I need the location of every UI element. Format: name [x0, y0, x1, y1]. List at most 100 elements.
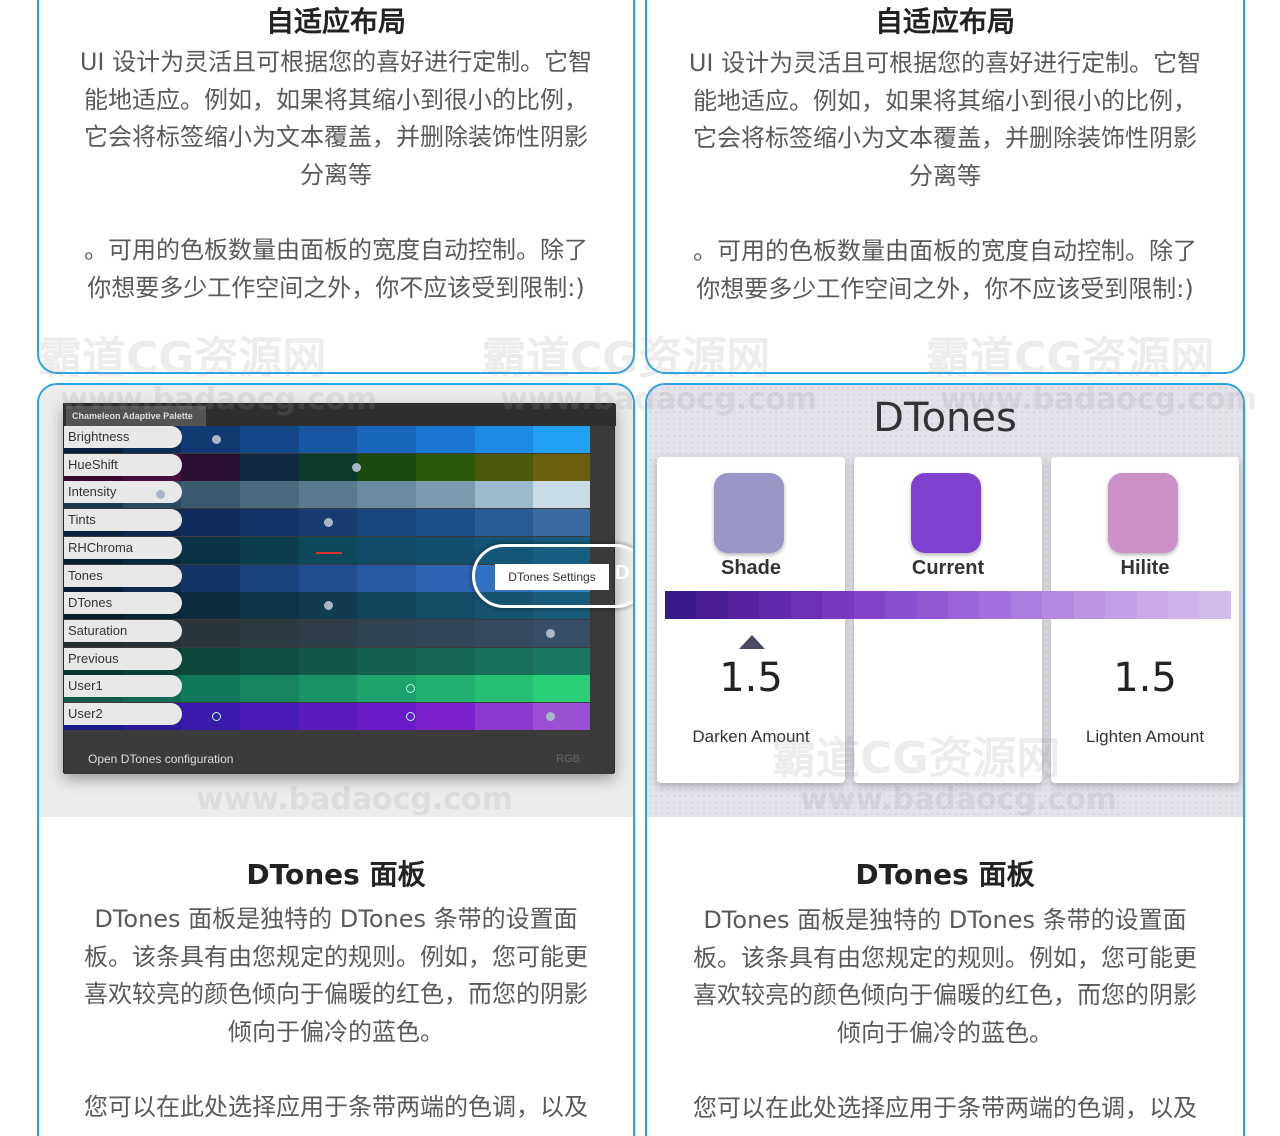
- color-swatch[interactable]: [240, 426, 299, 453]
- palette-row-intensity[interactable]: Intensity: [64, 481, 593, 509]
- color-swatch[interactable]: [181, 675, 241, 703]
- color-swatch[interactable]: [416, 509, 475, 537]
- palette-row-user1[interactable]: User1: [64, 675, 593, 703]
- palette-row-hueshift[interactable]: HueShift: [64, 453, 593, 481]
- color-swatch[interactable]: [474, 703, 534, 730]
- strip-cell[interactable]: [1105, 591, 1137, 619]
- strip-cell[interactable]: [1042, 591, 1074, 619]
- color-swatch[interactable]: [240, 453, 299, 481]
- color-swatch[interactable]: [416, 703, 475, 730]
- open-dtones-config-link[interactable]: Open DTones configuration: [64, 744, 592, 774]
- color-swatch[interactable]: [240, 703, 299, 730]
- color-swatch[interactable]: [298, 647, 358, 675]
- color-swatch[interactable]: [357, 536, 417, 564]
- color-swatch[interactable]: [357, 509, 417, 537]
- color-swatch[interactable]: [474, 675, 534, 703]
- color-swatch[interactable]: [298, 536, 358, 564]
- color-swatch[interactable]: [240, 619, 299, 647]
- palette-row-user2[interactable]: User2: [64, 703, 593, 730]
- strip-cell[interactable]: [1010, 591, 1043, 619]
- color-swatch[interactable]: [298, 703, 358, 730]
- color-swatch[interactable]: [416, 481, 475, 509]
- color-swatch[interactable]: [533, 481, 593, 509]
- color-swatch[interactable]: [181, 592, 241, 620]
- color-swatch[interactable]: [416, 619, 475, 647]
- color-swatch[interactable]: [181, 481, 241, 509]
- triangle-up-icon[interactable]: [739, 635, 765, 649]
- current-swatch[interactable]: [911, 473, 981, 553]
- palette-row-previous[interactable]: Previous: [64, 647, 593, 675]
- color-swatch[interactable]: [357, 647, 417, 675]
- strip-cell[interactable]: [853, 591, 886, 619]
- color-swatch[interactable]: [181, 647, 241, 675]
- shade-swatch[interactable]: [714, 473, 784, 553]
- color-swatch[interactable]: [240, 647, 299, 675]
- color-swatch[interactable]: [357, 426, 417, 453]
- panel-tab[interactable]: Chameleon Adaptive Palette: [66, 406, 206, 426]
- color-swatch[interactable]: [474, 647, 534, 675]
- color-swatch[interactable]: [298, 619, 358, 647]
- color-swatch[interactable]: [298, 564, 358, 592]
- strip-cell[interactable]: [759, 591, 791, 619]
- strip-cell[interactable]: [665, 591, 697, 619]
- lighten-amount-value[interactable]: 1.5: [1051, 655, 1239, 701]
- color-swatch[interactable]: [416, 453, 475, 481]
- dtones-settings-button[interactable]: DTones Settings: [495, 564, 609, 590]
- darken-amount-value[interactable]: 1.5: [657, 655, 845, 701]
- strip-cell[interactable]: [1199, 591, 1231, 619]
- strip-cell[interactable]: [696, 591, 728, 619]
- color-swatch[interactable]: [416, 675, 475, 703]
- color-swatch[interactable]: [240, 592, 299, 620]
- color-swatch[interactable]: [533, 619, 593, 647]
- color-swatch[interactable]: [474, 509, 534, 537]
- color-swatch[interactable]: [533, 675, 593, 703]
- color-swatch[interactable]: [181, 453, 241, 481]
- color-swatch[interactable]: [298, 481, 358, 509]
- color-swatch[interactable]: [357, 564, 417, 592]
- hilite-swatch[interactable]: [1108, 473, 1178, 553]
- color-swatch[interactable]: [240, 564, 299, 592]
- color-swatch[interactable]: [357, 619, 417, 647]
- color-swatch[interactable]: [298, 675, 358, 703]
- color-swatch[interactable]: [240, 509, 299, 537]
- color-swatch[interactable]: [181, 426, 241, 453]
- color-swatch[interactable]: [357, 453, 417, 481]
- strip-cell[interactable]: [1073, 591, 1106, 619]
- color-swatch[interactable]: [474, 426, 534, 453]
- palette-row-tints[interactable]: Tints: [64, 509, 593, 537]
- strip-cell[interactable]: [947, 591, 980, 619]
- strip-cell[interactable]: [885, 591, 917, 619]
- color-swatch[interactable]: [474, 619, 534, 647]
- color-swatch[interactable]: [357, 481, 417, 509]
- color-swatch[interactable]: [533, 509, 593, 537]
- strip-cell[interactable]: [1168, 591, 1200, 619]
- color-swatch[interactable]: [181, 509, 241, 537]
- palette-row-brightness[interactable]: Brightness: [64, 426, 593, 453]
- color-swatch[interactable]: [416, 426, 475, 453]
- color-swatch[interactable]: [240, 536, 299, 564]
- color-swatch[interactable]: [416, 536, 475, 564]
- color-swatch[interactable]: [533, 453, 593, 481]
- color-swatch[interactable]: [181, 564, 241, 592]
- strip-cell[interactable]: [916, 591, 948, 619]
- color-swatch[interactable]: [416, 592, 475, 620]
- color-swatch[interactable]: [181, 536, 241, 564]
- color-swatch[interactable]: [533, 647, 593, 675]
- color-swatch[interactable]: [240, 481, 299, 509]
- color-swatch[interactable]: [181, 703, 241, 730]
- color-swatch[interactable]: [474, 453, 534, 481]
- color-swatch[interactable]: [298, 426, 358, 453]
- strip-cell[interactable]: [979, 591, 1011, 619]
- color-swatch[interactable]: [298, 453, 358, 481]
- palette-row-saturation[interactable]: Saturation: [64, 619, 593, 647]
- color-swatch[interactable]: [474, 481, 534, 509]
- strip-cell[interactable]: [1136, 591, 1168, 619]
- color-swatch[interactable]: [416, 647, 475, 675]
- strip-cell[interactable]: [790, 591, 823, 619]
- strip-cell[interactable]: [822, 591, 854, 619]
- color-swatch[interactable]: [416, 564, 475, 592]
- strip-cell[interactable]: [727, 591, 760, 619]
- color-swatch[interactable]: [533, 426, 593, 453]
- color-swatch[interactable]: [240, 675, 299, 703]
- color-swatch[interactable]: [533, 703, 593, 730]
